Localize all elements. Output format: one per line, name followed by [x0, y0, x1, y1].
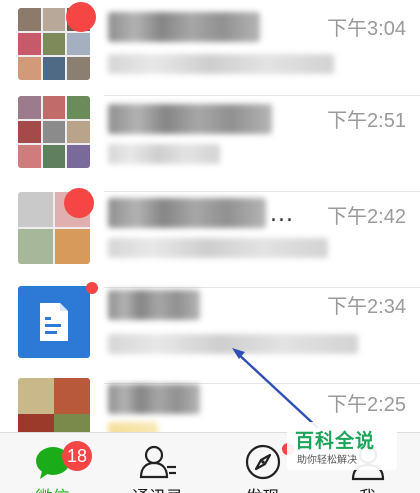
- tab-chats[interactable]: 18 微信: [0, 433, 105, 493]
- chat-preview: [108, 54, 334, 74]
- chat-list: 下午3:04 下午2:51 ... 下午2:42 下午2:34 下午2:25: [0, 0, 420, 432]
- chat-row[interactable]: ... 下午2:42: [0, 188, 420, 288]
- chat-preview: [108, 422, 158, 432]
- tab-label: 发现: [210, 483, 315, 493]
- chat-row[interactable]: 下午2:34: [0, 282, 420, 384]
- unread-dot: [86, 282, 98, 294]
- chat-title: [108, 198, 266, 228]
- chat-row[interactable]: 下午2:51: [0, 96, 420, 192]
- document-icon: [40, 303, 68, 341]
- watermark-logo: 百科全说 助你轻松解决: [287, 422, 397, 470]
- chat-title: [108, 104, 272, 134]
- chat-title: [108, 290, 200, 320]
- chat-title: [108, 384, 200, 414]
- unread-badge: [64, 188, 94, 218]
- document-app-avatar[interactable]: [18, 286, 90, 358]
- contact-avatar[interactable]: [18, 378, 90, 432]
- chat-preview: [108, 334, 358, 354]
- tab-label: 我: [315, 483, 420, 493]
- compass-icon: [245, 444, 280, 480]
- tab-label: 微信: [0, 483, 105, 493]
- chat-time: 下午2:25: [327, 394, 406, 416]
- watermark-subtitle: 助你轻松解决: [297, 455, 357, 466]
- chat-time: 下午2:34: [327, 296, 406, 318]
- tab-label: 通讯录: [105, 483, 210, 493]
- tab-contacts[interactable]: 通讯录: [105, 433, 210, 493]
- chat-title: [108, 12, 260, 42]
- contacts-icon: [139, 445, 176, 479]
- chat-time: 下午2:51: [327, 110, 406, 132]
- chats-unread-badge: 18: [62, 441, 92, 471]
- watermark-title: 百科全说: [295, 430, 376, 452]
- chat-preview: [108, 144, 220, 164]
- chat-time: 下午3:04: [327, 18, 406, 40]
- unread-badge: [66, 2, 96, 32]
- group-avatar[interactable]: [18, 96, 90, 168]
- chat-row[interactable]: 下午3:04: [0, 0, 420, 96]
- chat-time: 下午2:42: [327, 206, 406, 228]
- title-ellipsis: ...: [270, 202, 294, 227]
- chat-preview: [108, 238, 328, 258]
